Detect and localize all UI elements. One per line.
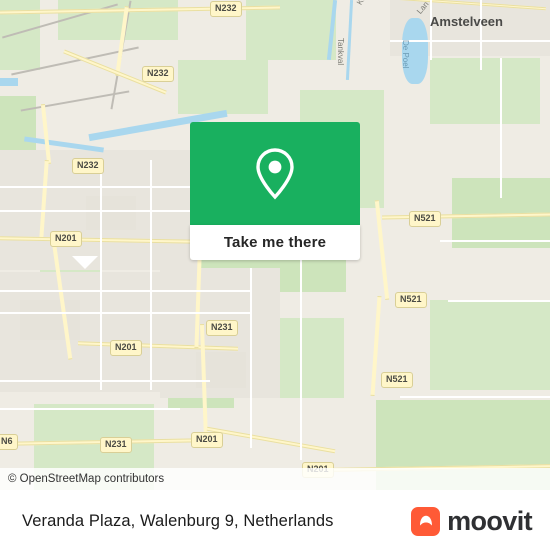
location-pin-icon: [256, 147, 294, 199]
callout-pin-panel: [190, 122, 360, 225]
map-shield: N232: [72, 158, 104, 174]
map-shield: N231: [100, 437, 132, 453]
map-screenshot: N232 N232 N232 N201 N201 N231 N231 N201 …: [0, 0, 550, 550]
map-shield: N201: [50, 231, 82, 247]
map-road: [0, 210, 190, 212]
map-road: [430, 0, 432, 60]
map-road: [250, 268, 252, 448]
map-block: [20, 300, 80, 340]
map-water: [0, 78, 18, 86]
map-place-label: Amstelveen: [430, 14, 503, 29]
take-me-there-button[interactable]: Take me there: [190, 225, 360, 260]
callout-tail: [72, 256, 98, 269]
map-shield: N521: [381, 372, 413, 388]
osm-attribution[interactable]: © OpenStreetMap contributors: [0, 473, 164, 485]
footer-bar: Veranda Plaza, Walenburg 9, Netherlands …: [0, 490, 550, 550]
map-shield: N201: [191, 432, 223, 448]
map-shield: N201: [110, 340, 142, 356]
map-road: [480, 0, 482, 70]
location-title: Veranda Plaza, Walenburg 9, Netherlands: [22, 511, 334, 530]
moovit-brand[interactable]: moovit: [411, 506, 550, 537]
map-shield: N521: [395, 292, 427, 308]
map-shield: N231: [206, 320, 238, 336]
map-green-area: [178, 60, 268, 114]
take-me-there-label: Take me there: [223, 234, 327, 251]
map-water-label: De Poel: [401, 40, 410, 69]
moovit-logo-icon: [411, 506, 441, 536]
map-road: [300, 260, 302, 460]
map-road: [440, 240, 550, 242]
map-road: [390, 40, 550, 42]
map-road: [150, 160, 152, 390]
map-block: [86, 196, 136, 230]
map-shield: N232: [142, 66, 174, 82]
map-road: [0, 186, 190, 188]
map-green-area: [0, 96, 36, 156]
map-road: [100, 160, 102, 390]
map-green-area: [430, 300, 550, 390]
map-road: [0, 380, 210, 382]
moovit-glyph-icon: [419, 515, 432, 526]
map-road: [400, 396, 550, 398]
map-shield: N232: [210, 1, 242, 17]
map-road: [500, 58, 502, 198]
map-attribution-bar: © OpenStreetMap contributors: [0, 468, 550, 490]
map-road: [0, 312, 250, 314]
map-road: [0, 290, 250, 292]
map-road: [448, 300, 550, 302]
map-shield: N6: [0, 434, 18, 450]
map-green-area: [58, 0, 178, 40]
map-callout[interactable]: Take me there: [190, 122, 360, 260]
map-green-area: [430, 58, 540, 124]
map-shield: N521: [409, 211, 441, 227]
map-road: [0, 408, 180, 410]
map-street-label: Tankval: [336, 38, 345, 66]
map-canvas[interactable]: N232 N232 N232 N201 N201 N231 N231 N201 …: [0, 0, 550, 490]
moovit-wordmark: moovit: [447, 505, 533, 536]
